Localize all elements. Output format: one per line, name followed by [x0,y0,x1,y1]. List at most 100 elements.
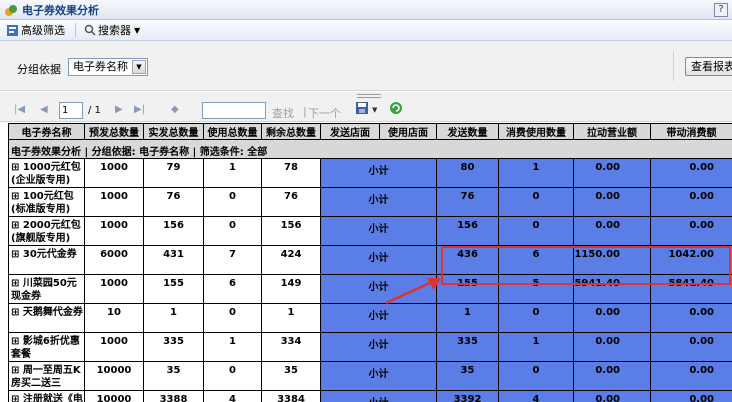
coupon-name-cell[interactable]: ⊞ 周一至周五K房买二送三 [8,361,85,391]
subtotal-cell: 小计 [320,187,437,217]
coupon-name-cell[interactable]: ⊞ 川菜园50元现金券 [8,274,85,304]
sent-count-cell: 1 [436,303,499,333]
next-page-icon[interactable]: ▶ [115,104,123,115]
subtotal-cell: 小计 [320,303,437,333]
sent-count-cell: 3392 [436,390,499,402]
spend-cell: 0.00 [650,361,732,391]
used-cell: 0 [203,361,262,391]
consumed-count-cell: 0 [498,303,574,333]
group-by-select[interactable]: 电子券名称 ▼ [68,58,148,76]
group-by-label: 分组依据 [17,63,61,76]
advanced-filter-button[interactable]: 高级筛选 [6,22,65,38]
used-cell: 7 [203,245,262,275]
remaining-cell: 149 [261,274,321,304]
page-number-input[interactable]: 1 [59,102,83,119]
sent-count-cell: 76 [436,187,499,217]
table-row: ⊞ 周一至周五K房买二送三 10000 35 0 35 小计 35 0 0.00 0.00 [8,361,732,391]
subtotal-cell: 小计 [320,216,437,246]
chevron-down-icon: ▼ [134,25,141,35]
consumed-count-cell: 0 [498,187,574,217]
toolbar: 高级筛选 搜索器 ▼ [0,20,732,41]
save-icon[interactable] [355,101,369,115]
chevron-down-icon[interactable]: ▼ [372,106,377,114]
coupon-name-cell[interactable]: ⊞ 影城6折优惠套餐 [8,332,85,362]
used-cell: 4 [203,390,262,402]
toolbar-separator [75,23,76,37]
column-header: 实发总数量 [143,123,204,140]
find-link[interactable]: 查找 [272,105,294,121]
filter-icon [7,24,18,36]
report-table: 电子券效果分析 | 分组依据: 电子券名称 | 筛选条件: 全部 电子券名称 预发… [8,123,732,402]
back-icon[interactable]: ◆ [171,104,179,115]
coupon-name-cell[interactable]: ⊞ 1000元红包(企业版专用) [8,158,85,188]
find-separator: | [303,105,307,118]
sent-count-cell: 335 [436,332,499,362]
sent-count-cell: 436 [436,245,499,275]
column-header: 带动消费额 [650,123,732,140]
table-row: ⊞ 川菜园50元现金券 1000 155 6 149 小计 155 5 5941.40 5841.… [8,274,732,304]
app-icon [5,4,17,16]
sent-count-cell: 35 [436,361,499,391]
table-row: ⊞ 天鹅舞代金券 10 1 0 1 小计 1 0 0.00 0.00 [8,303,732,333]
column-header: 电子券名称 [8,123,85,140]
remaining-cell: 334 [261,332,321,362]
search-tool-button[interactable]: 搜索器 ▼ [84,22,140,38]
consumed-count-cell: 1 [498,158,574,188]
refresh-icon[interactable] [389,101,403,115]
used-cell: 0 [203,216,262,246]
first-page-icon[interactable]: |◀ [14,104,25,115]
issued-cell: 335 [143,332,204,362]
page-total: / 1 [88,105,101,116]
revenue-cell: 0.00 [573,216,651,246]
pre-issued-cell: 10000 [84,390,144,402]
window-titlebar: 电子券效果分析 ? [0,0,732,20]
consumed-count-cell: 0 [498,361,574,391]
revenue-cell: 1150.00 [573,245,651,275]
spend-cell: 0.00 [650,303,732,333]
revenue-cell: 0.00 [573,158,651,188]
column-header: 使用店面 [379,123,437,140]
subtotal-cell: 小计 [320,332,437,362]
subtotal-cell: 小计 [320,245,437,275]
table-row: ⊞ 1000元红包(企业版专用) 1000 79 1 78 小计 80 1 0.00 0.00 [8,158,732,188]
pre-issued-cell: 1000 [84,274,144,304]
spend-cell: 5841.40 [650,274,732,304]
find-next-link[interactable]: 下一个 [308,105,341,121]
sent-count-cell: 155 [436,274,499,304]
spend-cell: 0.00 [650,187,732,217]
pre-issued-cell: 10 [84,303,144,333]
coupon-name-cell[interactable]: ⊞ 2000元红包(旗舰版专用) [8,216,85,246]
coupon-name-cell[interactable]: ⊞ 30元代金券 [8,245,85,275]
sent-count-cell: 156 [436,216,499,246]
group-by-value: 电子券名称 [73,60,128,73]
column-header: 拉动营业额 [573,123,651,140]
column-header: 预发总数量 [84,123,144,140]
remaining-cell: 424 [261,245,321,275]
last-page-icon[interactable]: ▶| [134,104,145,115]
filter-divider [673,51,674,81]
spend-cell: 0.00 [650,216,732,246]
report-body: ⊞ 1000元红包(企业版专用) 1000 79 1 78 小计 80 1 0.00 0.00 ⊞ … [8,158,732,402]
view-report-button[interactable]: 查看报表 [685,57,732,76]
column-header: 剩余总数量 [261,123,321,140]
coupon-name-cell[interactable]: ⊞ 天鹅舞代金券 [8,303,85,333]
spend-cell: 0.00 [650,390,732,402]
find-input[interactable] [202,102,266,119]
issued-cell: 1 [143,303,204,333]
used-cell: 0 [203,187,262,217]
remaining-cell: 1 [261,303,321,333]
remaining-cell: 35 [261,361,321,391]
subtotal-cell: 小计 [320,158,437,188]
prev-page-icon[interactable]: ◀ [40,104,48,115]
used-cell: 0 [203,303,262,333]
table-row: ⊞ 30元代金券 6000 431 7 424 小计 436 6 1150.00 1042.00 [8,245,732,275]
coupon-name-cell[interactable]: ⊞ 注册就送《电影票卯1 [8,390,85,402]
pre-issued-cell: 1000 [84,332,144,362]
coupon-name-cell[interactable]: ⊞ 100元红包(标准版专用) [8,187,85,217]
table-row: ⊞ 注册就送《电影票卯110000338843384小计339240.000.0… [8,390,732,402]
splitter-grip[interactable] [357,94,381,98]
issued-cell: 35 [143,361,204,391]
help-button[interactable]: ? [714,3,728,17]
chevron-down-icon: ▼ [132,60,146,74]
issued-cell: 155 [143,274,204,304]
